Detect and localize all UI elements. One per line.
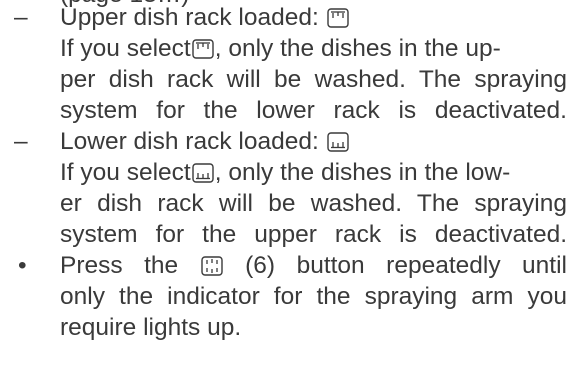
press-step-line3: require lights up.	[60, 314, 242, 341]
press-step-line1: Press the (6) button repeatedly until	[60, 252, 567, 279]
upper-rack-line1: If you select , only the dishes in the u…	[60, 35, 501, 62]
lower-rack-line3: system for the upper rack is deactivated…	[60, 221, 567, 248]
lower-rack-icon	[326, 132, 349, 152]
lower-rack-bullet: –	[14, 128, 28, 155]
upper-rack-icon	[326, 8, 349, 28]
upper-rack-heading: Upper dish rack loaded:	[60, 3, 350, 33]
lower-rack-heading: Lower dish rack loaded:	[60, 127, 350, 157]
lower-rack-line1: If you select , only the dishes in the l…	[60, 159, 511, 186]
press-step-line2: only the indicator for the spraying arm …	[60, 283, 567, 310]
upper-rack-line3: system for the lower rack is deactivated…	[60, 97, 567, 124]
upper-rack-icon	[192, 39, 214, 59]
spray-arm-button-icon	[200, 256, 223, 276]
upper-rack-bullet: –	[14, 4, 28, 31]
lower-rack-line2: er dish rack will be washed. The sprayin…	[60, 190, 567, 217]
lower-rack-icon	[192, 163, 214, 183]
upper-rack-line2: per dish rack will be washed. The sprayi…	[60, 66, 567, 93]
press-step-bullet: •	[18, 252, 27, 279]
